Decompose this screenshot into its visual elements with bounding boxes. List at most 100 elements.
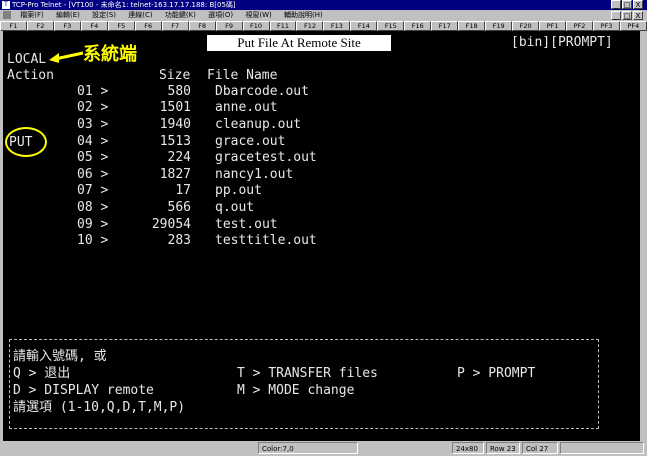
fkey-f11[interactable]: F11 xyxy=(269,21,297,31)
file-row[interactable]: 06 > 1827 nancy1.out xyxy=(3,167,640,183)
menu-settings[interactable]: 設定(S) xyxy=(87,10,121,21)
fkey-f4[interactable]: F4 xyxy=(80,21,108,31)
file-name: grace.out xyxy=(215,134,286,149)
action-header: Action xyxy=(7,68,54,83)
menu-box-top-border xyxy=(9,339,599,340)
status-extra xyxy=(560,442,644,454)
menu-options[interactable]: 選項(O) xyxy=(203,10,238,21)
fkey-f15[interactable]: F15 xyxy=(377,21,405,31)
file-number: 09 > xyxy=(77,217,109,232)
file-size: 29054 xyxy=(151,217,191,232)
file-name: nancy1.out xyxy=(215,167,294,182)
file-row[interactable]: 10 > 283 testtitle.out xyxy=(3,233,640,249)
terminal-screen[interactable]: Put File At Remote Site [bin][PROMPT] LO… xyxy=(3,31,640,441)
title-bar: T TCP-Pro Telnet - [VT100 - 未命名1: telnet… xyxy=(0,0,647,10)
window-title: TCP-Pro Telnet - [VT100 - 未命名1: telnet-1… xyxy=(12,1,236,9)
status-bar: Color:7,0 24x80 Row 23 Col 27 xyxy=(0,441,647,456)
doc-minimize-button[interactable]: _ xyxy=(611,11,621,20)
file-number: 04 > xyxy=(77,134,109,149)
telnet-app-icon[interactable]: T xyxy=(2,1,10,9)
menu-box-left-border xyxy=(9,339,10,429)
status-screen-size: 24x80 xyxy=(452,442,484,454)
fkey-f17[interactable]: F17 xyxy=(431,21,459,31)
fkey-pf2[interactable]: PF2 xyxy=(566,21,593,31)
file-name: cleanup.out xyxy=(215,117,302,132)
file-number: 03 > xyxy=(77,117,109,132)
menu-bar: 檔案(F) 編輯(E) 設定(S) 連線(C) 功能鍵(K) 選項(O) 視窗(… xyxy=(0,10,647,21)
select-prompt: 請選項 (1-10,Q,D,T,M,P) xyxy=(13,400,186,415)
menu-box-bottom-border xyxy=(9,428,599,429)
arrow-left-icon xyxy=(49,51,84,63)
file-name: Dbarcode.out xyxy=(215,84,309,99)
file-number: 07 > xyxy=(77,183,109,198)
fkey-f12[interactable]: F12 xyxy=(296,21,324,31)
file-size: 224 xyxy=(167,150,191,165)
file-row[interactable]: 05 > 224 gracetest.out xyxy=(3,150,640,166)
fkey-pf3[interactable]: PF3 xyxy=(592,21,620,31)
file-row[interactable]: 02 > 1501 anne.out xyxy=(3,100,640,116)
close-button[interactable]: X xyxy=(633,0,643,9)
option-transfer: T > TRANSFER files xyxy=(237,366,378,381)
fkey-f1[interactable]: F1 xyxy=(0,21,27,31)
option-quit: Q > 退出 xyxy=(13,366,71,381)
fkey-f18[interactable]: F18 xyxy=(458,21,486,31)
fkey-f9[interactable]: F9 xyxy=(215,21,243,31)
fkey-f16[interactable]: F16 xyxy=(404,21,432,31)
fkey-f5[interactable]: F5 xyxy=(107,21,135,31)
file-name: testtitle.out xyxy=(215,233,317,248)
menu-connect[interactable]: 連線(C) xyxy=(123,10,157,21)
minimize-button[interactable]: _ xyxy=(611,0,621,9)
function-key-bar: F1 F2 F3 F4 F5 F6 F7 F8 F9 F10 F11 F12 F… xyxy=(0,21,647,31)
fkey-f2[interactable]: F2 xyxy=(26,21,54,31)
file-row[interactable]: 07 > 17 pp.out xyxy=(3,183,640,199)
file-size: 1513 xyxy=(159,134,191,149)
option-display: D > DISPLAY remote xyxy=(13,383,154,398)
menu-file[interactable]: 檔案(F) xyxy=(15,10,49,21)
fkey-f6[interactable]: F6 xyxy=(134,21,162,31)
fkey-pf1[interactable]: PF1 xyxy=(539,21,567,31)
document-menu-icon[interactable] xyxy=(3,11,11,19)
maximize-button[interactable]: □ xyxy=(622,0,632,9)
file-row[interactable]: 04 > 1513 grace.out xyxy=(3,134,640,150)
input-prompt-line: 請輸入號碼, 或 xyxy=(13,349,107,364)
file-row[interactable]: 03 > 1940 cleanup.out xyxy=(3,117,640,133)
fkey-f10[interactable]: F10 xyxy=(242,21,270,31)
fkey-pf4[interactable]: PF4 xyxy=(619,21,647,31)
system-side-annotation: 系統端 xyxy=(83,44,137,65)
file-number: 01 > xyxy=(77,84,109,99)
file-name: pp.out xyxy=(215,183,262,198)
file-row[interactable]: 08 > 566 q.out xyxy=(3,200,640,216)
file-size: 566 xyxy=(167,200,191,215)
fkey-f8[interactable]: F8 xyxy=(188,21,216,31)
menu-window[interactable]: 視窗(W) xyxy=(240,10,276,21)
status-row: Row 23 xyxy=(486,442,520,454)
window-controls: _ □ X xyxy=(610,0,643,10)
doc-close-button[interactable]: X xyxy=(633,11,643,20)
file-size: 1940 xyxy=(159,117,191,132)
file-size: 283 xyxy=(167,233,191,248)
fkey-f13[interactable]: F13 xyxy=(323,21,351,31)
file-number: 02 > xyxy=(77,100,109,115)
file-number: 08 > xyxy=(77,200,109,215)
file-size: 1501 xyxy=(159,100,191,115)
file-size: 1827 xyxy=(159,167,191,182)
option-mode: M > MODE change xyxy=(237,383,355,398)
file-row[interactable]: 09 > 29054 test.out xyxy=(3,217,640,233)
fkey-f3[interactable]: F3 xyxy=(53,21,81,31)
menu-edit[interactable]: 編輯(E) xyxy=(51,10,85,21)
fkey-f7[interactable]: F7 xyxy=(161,21,189,31)
file-size: 580 xyxy=(167,84,191,99)
file-name: anne.out xyxy=(215,100,278,115)
file-number: 06 > xyxy=(77,167,109,182)
file-number: 05 > xyxy=(77,150,109,165)
fkey-f19[interactable]: F19 xyxy=(485,21,513,31)
screen-banner: Put File At Remote Site xyxy=(207,35,391,51)
menu-help[interactable]: 輔助說明(H) xyxy=(279,10,328,21)
fkey-f14[interactable]: F14 xyxy=(350,21,378,31)
file-name: q.out xyxy=(215,200,255,215)
fkey-f20[interactable]: F20 xyxy=(512,21,540,31)
file-size: 17 xyxy=(175,183,191,198)
file-row[interactable]: 01 > 580 Dbarcode.out xyxy=(3,84,640,100)
menu-function-keys[interactable]: 功能鍵(K) xyxy=(160,10,201,21)
doc-restore-button[interactable]: □ xyxy=(622,11,632,20)
